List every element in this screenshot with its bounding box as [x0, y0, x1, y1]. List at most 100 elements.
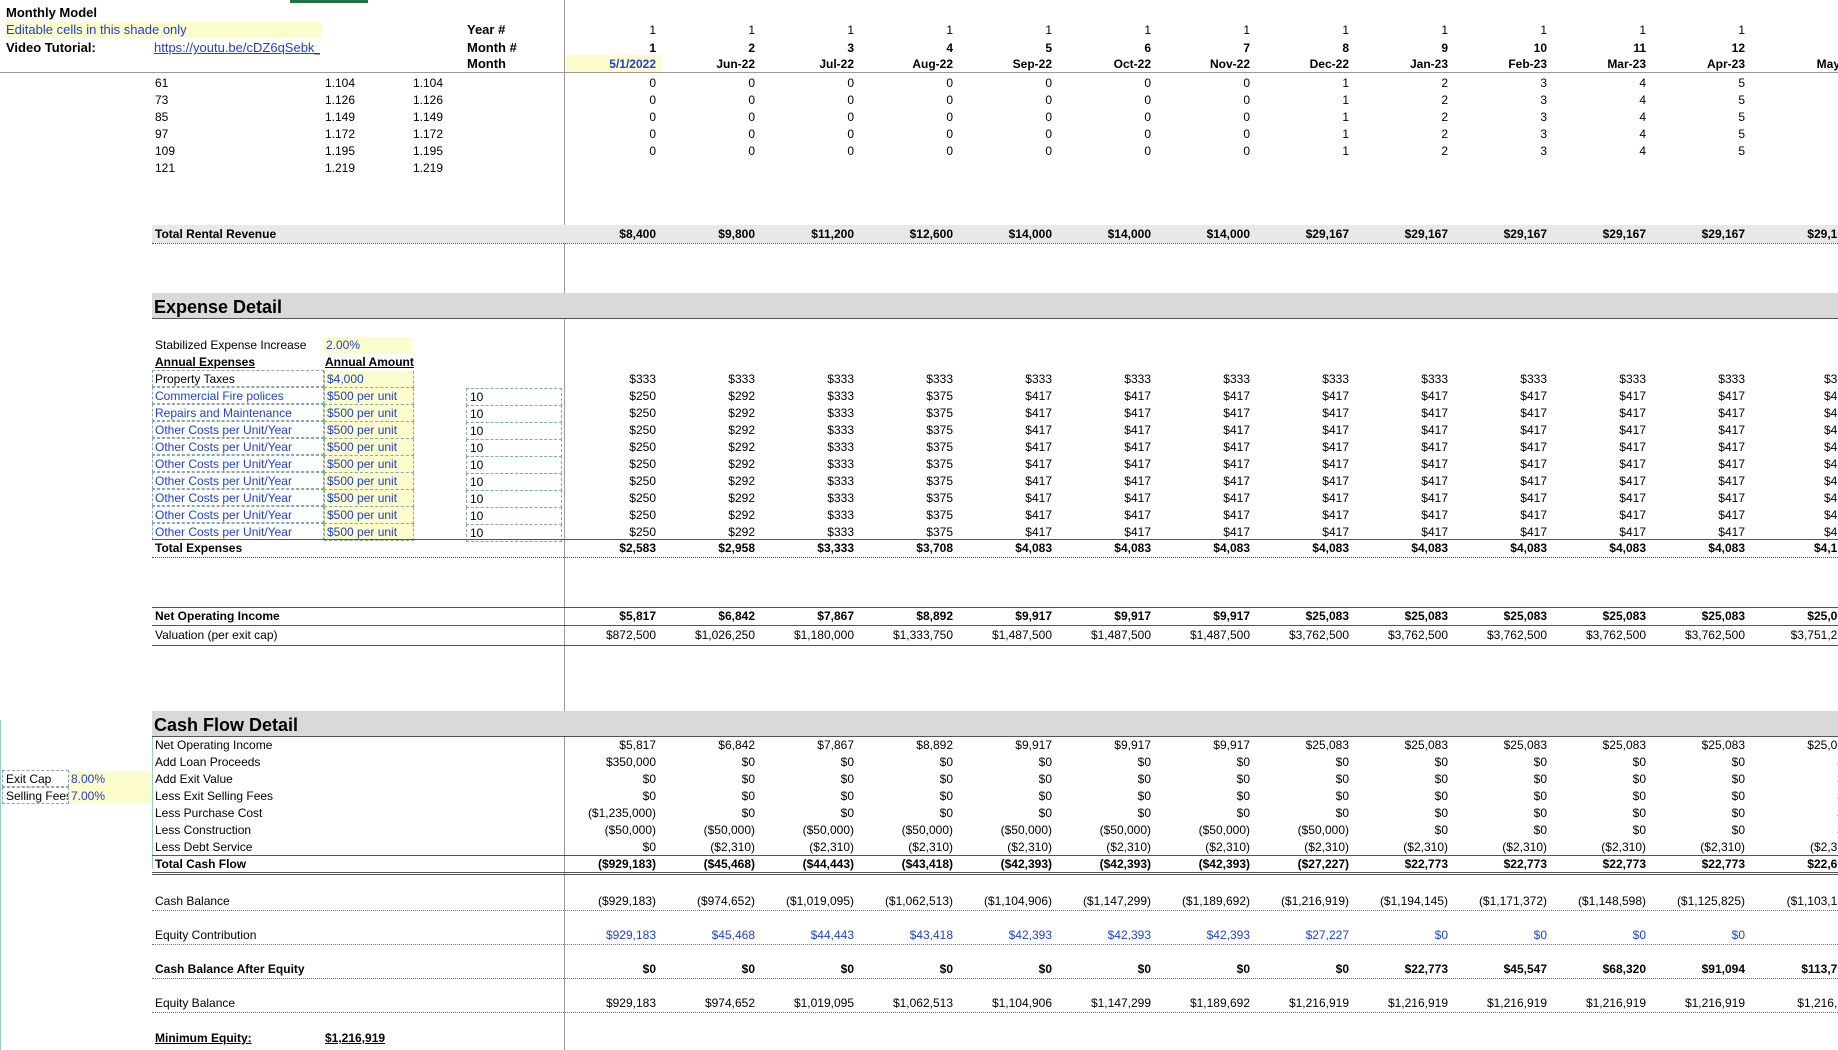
- noi-cell[interactable]: $7,867: [762, 608, 854, 624]
- cashflow-cell[interactable]: $0: [1455, 788, 1547, 804]
- expense-cell[interactable]: $417: [1455, 490, 1547, 506]
- expense-cell[interactable]: $292: [663, 422, 755, 438]
- total-expense-cell[interactable]: $4,083: [1653, 540, 1745, 556]
- expense-units-cell[interactable]: 10: [466, 388, 562, 406]
- unit-count-cell[interactable]: 5: [1653, 126, 1745, 142]
- cashflow-cell[interactable]: $6,842: [663, 737, 755, 753]
- expense-cell[interactable]: $333: [1455, 371, 1547, 387]
- cash-after-equity-cell[interactable]: $0: [1257, 961, 1349, 977]
- cashflow-cell[interactable]: $0: [1455, 771, 1547, 787]
- cashflow-cell[interactable]: $0: [960, 754, 1052, 770]
- month-number-cell[interactable]: 2: [663, 40, 755, 56]
- expense-cell[interactable]: $333: [1653, 371, 1745, 387]
- revenue-cell[interactable]: $8,400: [564, 226, 656, 242]
- unit-count-cell[interactable]: 0: [564, 143, 656, 159]
- month-number-cell[interactable]: 4: [861, 40, 953, 56]
- expense-cell[interactable]: $417: [1356, 388, 1448, 404]
- expense-cell[interactable]: $417: [1158, 388, 1250, 404]
- expense-label[interactable]: Other Costs per Unit/Year: [155, 456, 292, 472]
- expense-cell[interactable]: $417: [1158, 490, 1250, 506]
- expense-cell[interactable]: $417: [1554, 456, 1646, 472]
- cash-balance-cell[interactable]: ($1,104,906): [960, 893, 1052, 909]
- expense-cell[interactable]: $42: [1752, 422, 1838, 438]
- total-expense-cell[interactable]: $4,083: [1059, 540, 1151, 556]
- unit-count-cell[interactable]: 0: [762, 126, 854, 142]
- expense-units-cell[interactable]: 10: [466, 422, 562, 440]
- equity-contribution-cell[interactable]: $0: [1455, 927, 1547, 943]
- cashflow-cell[interactable]: $0: [762, 771, 854, 787]
- expense-cell[interactable]: $417: [1356, 490, 1448, 506]
- noi-cell[interactable]: $9,917: [960, 608, 1052, 624]
- expense-cell[interactable]: $417: [1455, 422, 1547, 438]
- equity-contribution-cell[interactable]: $27,227: [1257, 927, 1349, 943]
- cashflow-cell[interactable]: ($1,235,000): [564, 805, 656, 821]
- unit-count-cell[interactable]: 5: [1653, 143, 1745, 159]
- unit-count-cell[interactable]: 0: [861, 143, 953, 159]
- cash-balance-cell[interactable]: ($1,189,692): [1158, 893, 1250, 909]
- cashflow-cell[interactable]: ($50,000): [861, 822, 953, 838]
- total-expense-cell[interactable]: $4,083: [1356, 540, 1448, 556]
- unit-count-cell[interactable]: 1: [1257, 109, 1349, 125]
- expense-cell[interactable]: $250: [564, 439, 656, 455]
- expense-cell[interactable]: $417: [1455, 439, 1547, 455]
- total-cashflow-cell[interactable]: ($42,393): [960, 856, 1052, 872]
- expense-amount-input[interactable]: $500 per unit: [324, 507, 414, 524]
- unit-count-cell[interactable]: 0: [663, 109, 755, 125]
- expense-cell[interactable]: $417: [1059, 507, 1151, 523]
- expense-cell[interactable]: $33: [1752, 371, 1838, 387]
- unit-count-cell[interactable]: 0: [960, 92, 1052, 108]
- unit-count-cell[interactable]: 2: [1356, 109, 1448, 125]
- month-cell[interactable]: Sep-22: [960, 56, 1052, 72]
- expense-cell[interactable]: $292: [663, 388, 755, 404]
- cashflow-cell[interactable]: ($2,310): [1356, 839, 1448, 855]
- equity-balance-cell[interactable]: $929,183: [564, 995, 656, 1011]
- noi-cell[interactable]: $25,083: [1257, 608, 1349, 624]
- cashflow-cell[interactable]: ($2,310): [1257, 839, 1349, 855]
- expense-cell[interactable]: $417: [1257, 388, 1349, 404]
- total-expense-cell[interactable]: $4,083: [1554, 540, 1646, 556]
- unit-count-cell[interactable]: 3: [1455, 143, 1547, 159]
- month-number-cell[interactable]: 6: [1059, 40, 1151, 56]
- expense-cell[interactable]: $42: [1752, 490, 1838, 506]
- cash-after-equity-cell[interactable]: $0: [1158, 961, 1250, 977]
- year-cell[interactable]: 1: [1257, 22, 1349, 38]
- expense-cell[interactable]: $375: [861, 507, 953, 523]
- expense-cell[interactable]: $292: [663, 524, 755, 540]
- cashflow-cell[interactable]: $: [1752, 754, 1838, 770]
- expense-amount-input[interactable]: $500 per unit: [324, 405, 414, 422]
- selling-fees-value[interactable]: 7.00%: [69, 788, 153, 804]
- unit-count-cell[interactable]: 2: [1356, 75, 1448, 91]
- total-expense-cell[interactable]: $2,958: [663, 540, 755, 556]
- expense-cell[interactable]: $417: [1653, 490, 1745, 506]
- expense-cell[interactable]: $333: [762, 524, 854, 540]
- total-cashflow-cell[interactable]: $22,69: [1752, 856, 1838, 872]
- noi-cell[interactable]: $25,083: [1653, 608, 1745, 624]
- cashflow-cell[interactable]: ($50,000): [1257, 822, 1349, 838]
- revenue-cell[interactable]: $12,600: [861, 226, 953, 242]
- expense-cell[interactable]: $417: [1554, 439, 1646, 455]
- equity-contribution-cell[interactable]: $44,443: [762, 927, 854, 943]
- equity-balance-cell[interactable]: $1,189,692: [1158, 995, 1250, 1011]
- expense-amount-input[interactable]: $500 per unit: [324, 422, 414, 439]
- expense-label[interactable]: Other Costs per Unit/Year: [155, 439, 292, 455]
- month-number-cell[interactable]: 1: [1752, 40, 1838, 56]
- unit-count-cell[interactable]: 0: [960, 143, 1052, 159]
- expense-cell[interactable]: $417: [1554, 507, 1646, 523]
- cashflow-cell[interactable]: $9,917: [1158, 737, 1250, 753]
- cashflow-cell[interactable]: $0: [564, 788, 656, 804]
- month-cell[interactable]: Apr-23: [1653, 56, 1745, 72]
- total-cashflow-cell[interactable]: ($45,468): [663, 856, 755, 872]
- cashflow-cell[interactable]: $0: [1554, 822, 1646, 838]
- valuation-cell[interactable]: $3,762,500: [1653, 627, 1745, 643]
- expense-cell[interactable]: $417: [1653, 507, 1745, 523]
- unit-count-cell[interactable]: 4: [1554, 109, 1646, 125]
- total-cashflow-cell[interactable]: $22,773: [1455, 856, 1547, 872]
- cashflow-cell[interactable]: $25,083: [1653, 737, 1745, 753]
- equity-balance-cell[interactable]: $1,019,095: [762, 995, 854, 1011]
- cash-balance-cell[interactable]: ($1,062,513): [861, 893, 953, 909]
- noi-cell[interactable]: $25,083: [1356, 608, 1448, 624]
- expense-cell[interactable]: $375: [861, 473, 953, 489]
- unit-count-cell[interactable]: 0: [564, 75, 656, 91]
- month-number-cell[interactable]: 9: [1356, 40, 1448, 56]
- cashflow-cell[interactable]: $0: [1356, 771, 1448, 787]
